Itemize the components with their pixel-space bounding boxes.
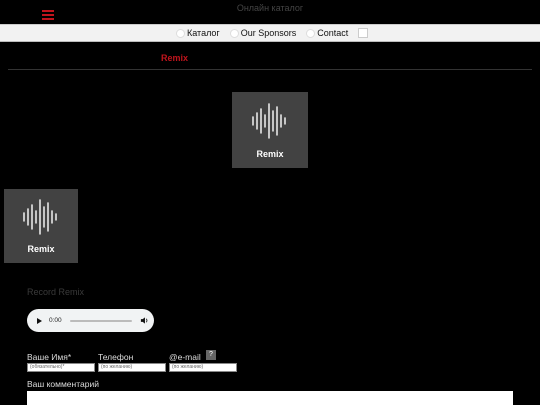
nav-item-catalog[interactable]: Каталог [176, 28, 220, 38]
sound-wave-icon [252, 103, 286, 139]
comment-textarea[interactable] [27, 391, 513, 405]
remix-tile[interactable]: Remix [232, 92, 308, 168]
nav-item-label: Our Sponsors [240, 28, 297, 38]
nav-item-label: Каталог [187, 28, 220, 38]
page-title: Remix [161, 53, 189, 63]
tile-label: Remix [27, 244, 55, 254]
sound-wave-icon [23, 199, 57, 235]
phone-field[interactable]: (по желанию) [98, 363, 166, 372]
nav-bullet-icon [229, 28, 239, 38]
nav-item-contact[interactable]: Contact [306, 28, 348, 38]
email-field[interactable]: (по желанию) [169, 363, 237, 372]
nav-item-sponsors[interactable]: Our Sponsors [229, 28, 297, 38]
help-icon[interactable]: ? [206, 350, 216, 360]
volume-icon[interactable] [140, 316, 149, 325]
audio-player[interactable]: 0:00 [27, 309, 154, 332]
comment-label: Ваш комментарий [27, 379, 99, 389]
name-field[interactable]: (обязательно)* [27, 363, 95, 372]
phone-label: Телефон [98, 352, 134, 362]
divider [8, 69, 532, 70]
nav-item-label: Contact [317, 28, 349, 38]
nav-extra-icon[interactable] [358, 28, 369, 38]
site-title: Онлайн каталог [236, 3, 304, 13]
progress-slider[interactable] [69, 319, 132, 322]
top-bar: Онлайн каталог [0, 0, 540, 24]
email-label: @e-mail [169, 352, 201, 362]
name-label: Ваше Имя* [27, 352, 72, 362]
remix-tile[interactable]: Remix [4, 189, 78, 263]
record-title: Record Remix [27, 287, 85, 297]
play-icon[interactable] [37, 317, 42, 324]
player-time: 0:00 [49, 317, 62, 324]
nav-bullet-icon [176, 28, 185, 38]
main-nav: Каталог Our Sponsors Contact [0, 24, 540, 42]
tile-label: Remix [256, 149, 284, 159]
nav-bullet-icon [306, 28, 316, 38]
